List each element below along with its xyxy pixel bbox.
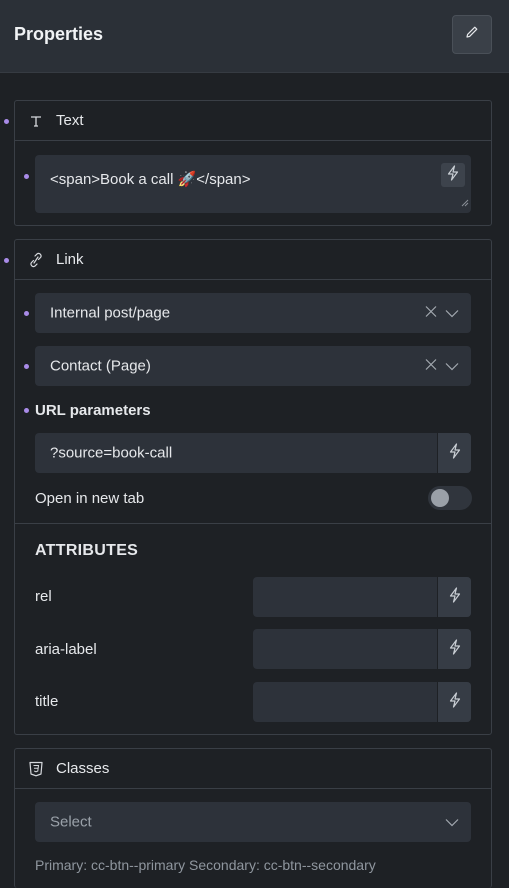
classes-select-placeholder: Select (50, 813, 92, 831)
control-indicator-dot (24, 408, 29, 413)
bolt-icon (448, 586, 462, 608)
url-params-label: URL parameters (35, 402, 151, 419)
new-tab-toggle[interactable] (428, 486, 472, 510)
url-params-value: ?source=book-call (50, 444, 173, 462)
resize-handle-icon[interactable] (461, 194, 469, 211)
url-params-input[interactable]: ?source=book-call (35, 433, 471, 473)
dynamic-data-button[interactable] (437, 682, 471, 722)
attribute-rel-label: rel (35, 588, 52, 605)
link-panel-title: Link (56, 251, 84, 268)
text-content-value: <span>Book a call 🚀</span> (50, 171, 251, 188)
attribute-rel-input[interactable] (253, 577, 471, 617)
classes-panel-title: Classes (56, 760, 110, 777)
control-indicator-dot (24, 364, 29, 369)
text-panel-title: Text (56, 112, 84, 129)
properties-header: Properties (0, 0, 509, 73)
attribute-aria-label-input[interactable] (253, 629, 471, 669)
attribute-aria-label-label: aria-label (35, 641, 97, 658)
clear-icon[interactable] (425, 305, 437, 322)
chevron-down-icon[interactable] (445, 305, 459, 322)
classes-panel-header[interactable]: Classes (15, 749, 491, 789)
link-target-select[interactable]: Contact (Page) (35, 346, 471, 386)
new-tab-label: Open in new tab (35, 490, 145, 507)
link-type-select[interactable]: Internal post/page (35, 293, 471, 333)
dynamic-data-button[interactable] (437, 577, 471, 617)
link-icon (28, 252, 44, 268)
dynamic-data-button[interactable] (441, 163, 465, 187)
control-indicator-dot (24, 174, 29, 179)
link-panel: Link Internal post/page Contact (Page) U… (14, 239, 492, 735)
clear-icon[interactable] (425, 358, 437, 375)
page-title: Properties (14, 24, 104, 44)
control-indicator-dot (24, 311, 29, 316)
toggle-knob (431, 489, 449, 507)
attribute-title-input[interactable] (253, 682, 471, 722)
control-indicator-dot (4, 119, 9, 124)
chevron-down-icon[interactable] (445, 358, 459, 375)
edit-button[interactable] (452, 15, 492, 54)
dynamic-data-button[interactable] (437, 433, 471, 473)
attributes-heading: ATTRIBUTES (35, 542, 139, 559)
bolt-icon (448, 638, 462, 660)
link-target-value: Contact (Page) (50, 357, 151, 375)
text-panel: Text <span>Book a call 🚀</span> (14, 100, 492, 226)
text-type-icon (28, 113, 44, 129)
bolt-icon (448, 691, 462, 713)
link-type-value: Internal post/page (50, 304, 171, 322)
css-shield-icon (28, 761, 44, 777)
bolt-icon (448, 443, 462, 463)
attribute-title-label: title (35, 693, 59, 710)
link-panel-header[interactable]: Link (15, 240, 491, 280)
text-content-input[interactable]: <span>Book a call 🚀</span> (35, 155, 471, 213)
bolt-icon (446, 165, 460, 185)
classes-hint: Primary: cc-btn--primary Secondary: cc-b… (35, 857, 376, 873)
control-indicator-dot (4, 258, 9, 263)
classes-panel: Classes Select Primary: cc-btn--primary … (14, 748, 492, 888)
classes-select[interactable]: Select (35, 802, 471, 842)
pencil-icon (465, 25, 479, 44)
divider (15, 523, 491, 524)
text-panel-header[interactable]: Text (15, 101, 491, 141)
dynamic-data-button[interactable] (437, 629, 471, 669)
chevron-down-icon[interactable] (445, 814, 459, 831)
